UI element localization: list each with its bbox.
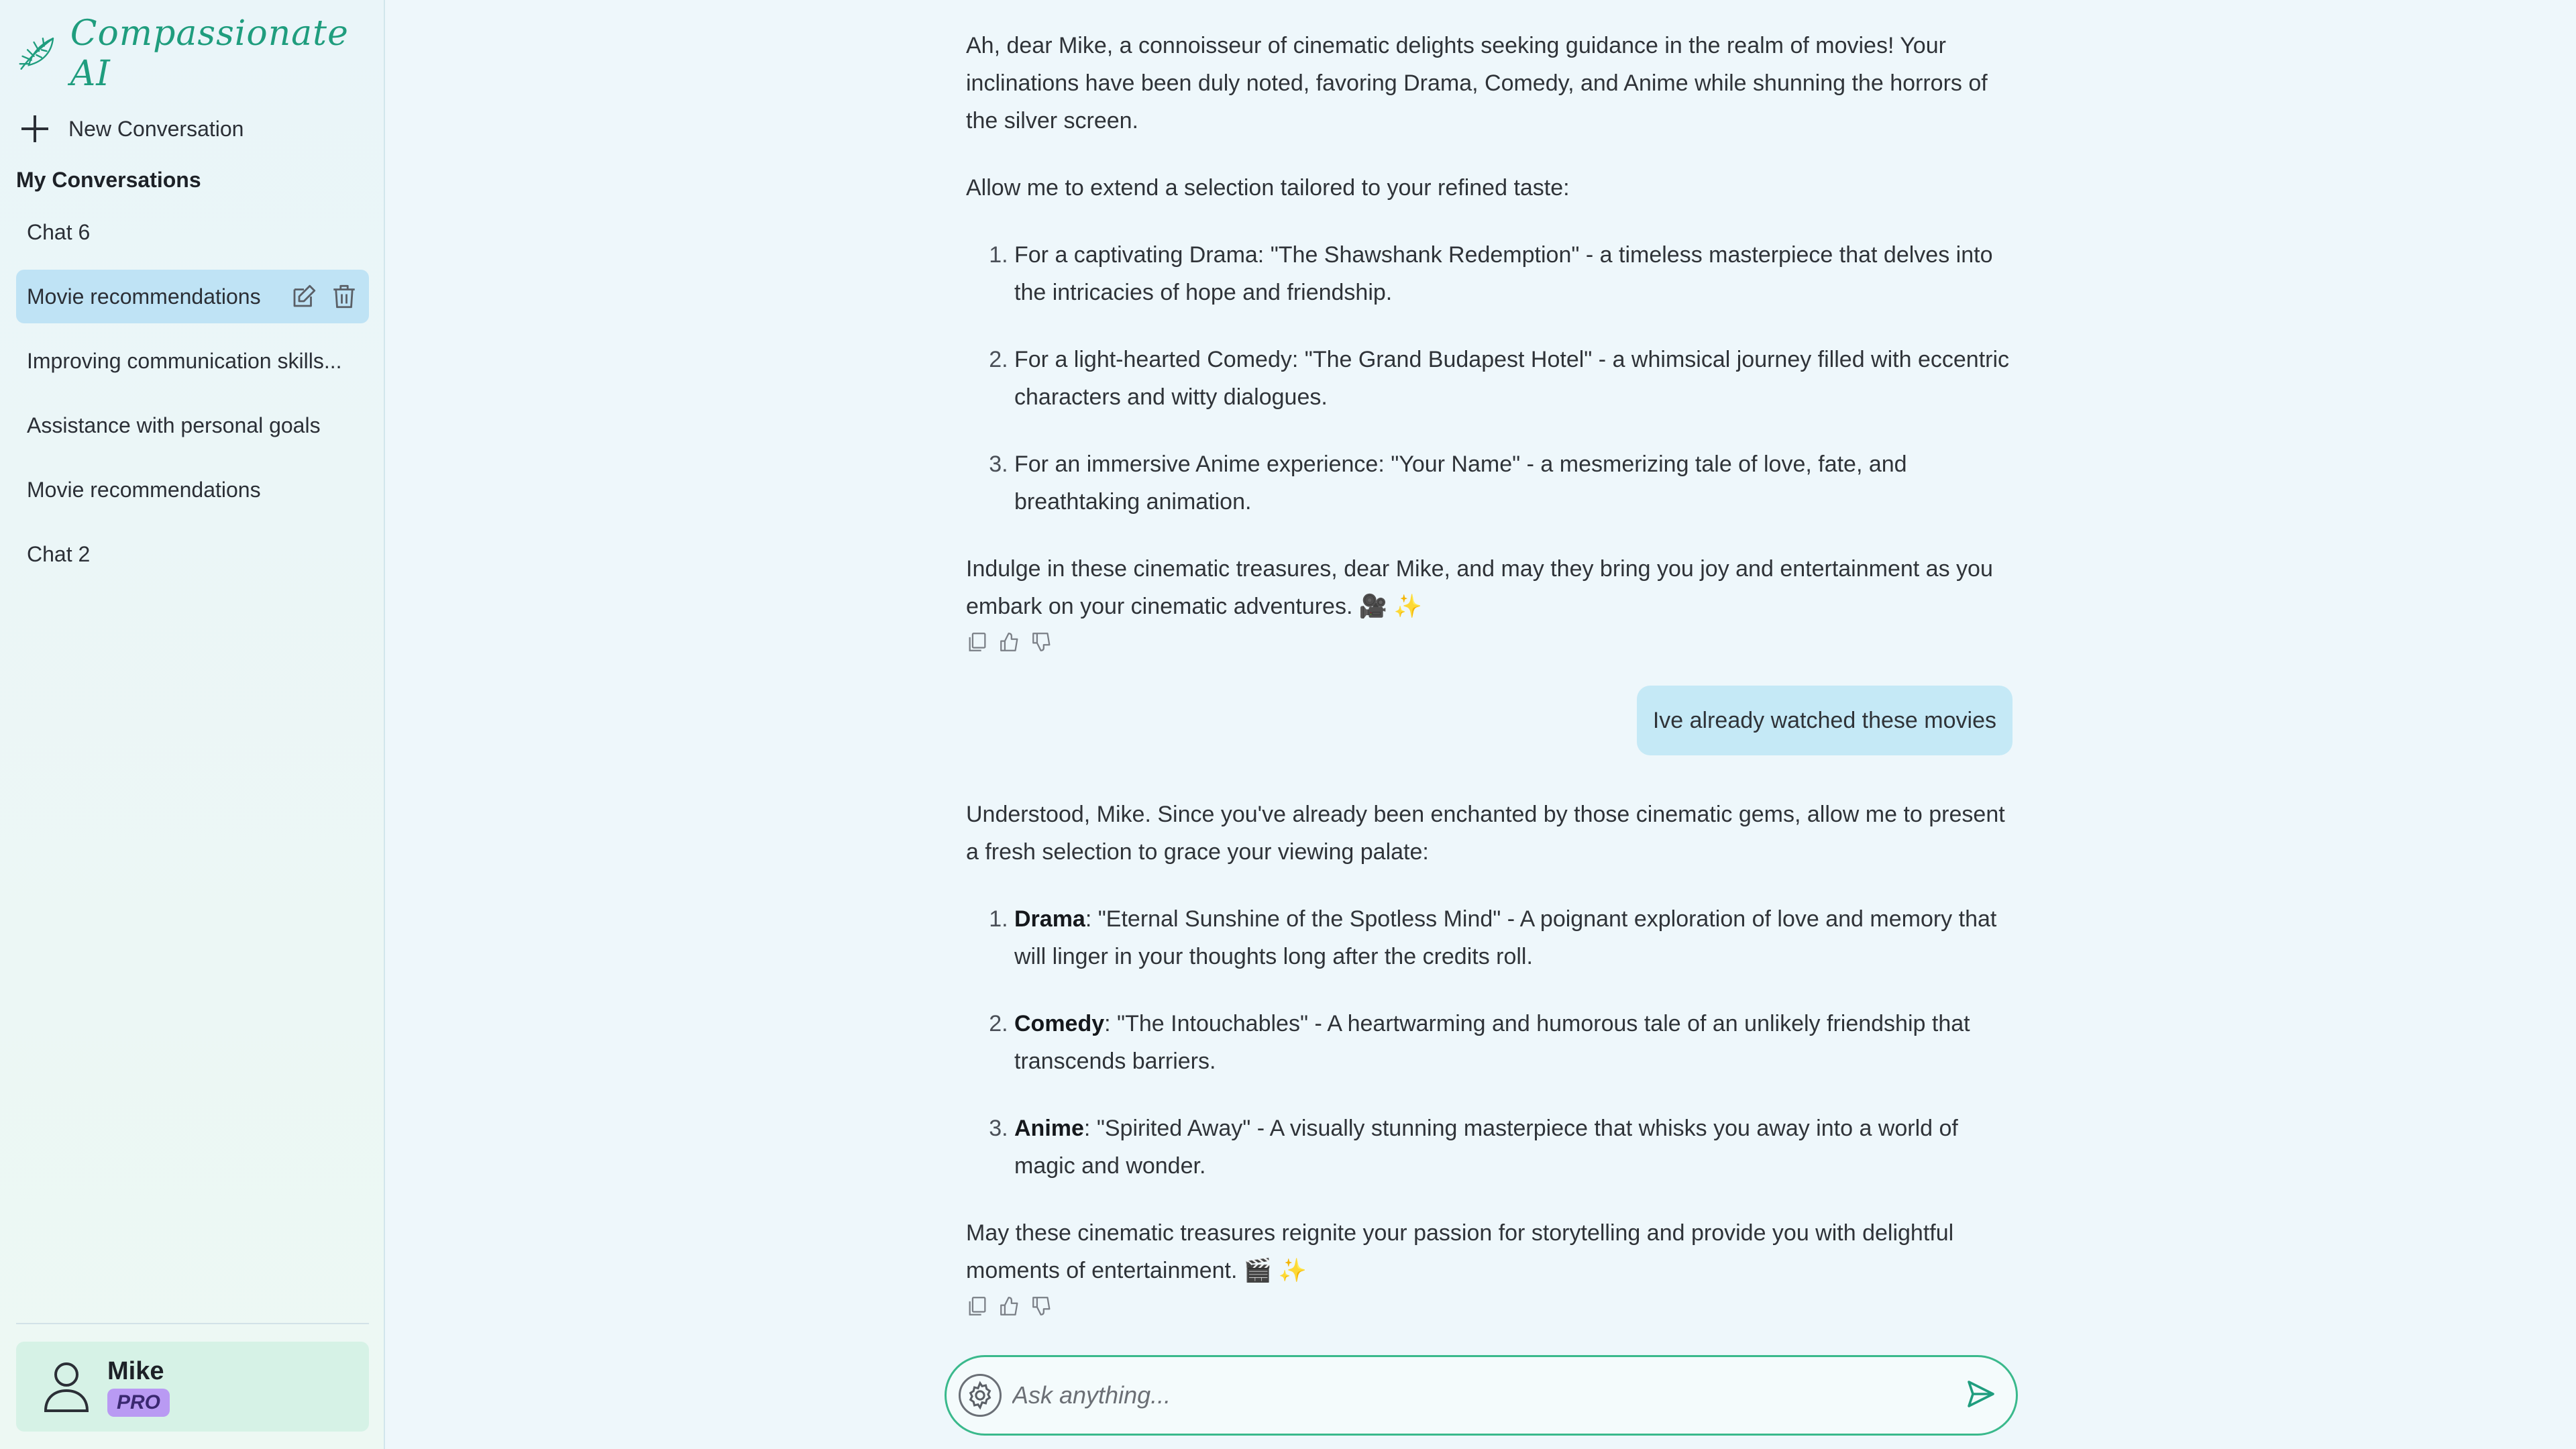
- thumbs-down-icon[interactable]: [1030, 1295, 1053, 1318]
- send-icon: [1968, 1380, 1994, 1407]
- edit-icon[interactable]: [290, 282, 318, 311]
- conversation-actions: [290, 282, 358, 311]
- list-item: Comedy: "The Intouchables" - A heartwarm…: [1014, 1005, 2012, 1080]
- plus-icon: [21, 115, 48, 142]
- conversation-label: Assistance with personal goals: [27, 413, 321, 437]
- recommendation-text: : "Eternal Sunshine of the Spotless Mind…: [1014, 906, 1997, 969]
- recommendation-list: For a captivating Drama: "The Shawshank …: [966, 236, 2012, 521]
- conversation-label: Movie recommendations: [27, 284, 261, 309]
- sidebar-divider: [16, 1323, 369, 1324]
- genre-label: Anime: [1014, 1116, 1084, 1141]
- conversation-item[interactable]: Movie recommendations: [16, 463, 369, 517]
- recommendation-text: : "Spirited Away" - A visually stunning …: [1014, 1116, 1958, 1179]
- assistant-message: Ah, dear Mike, a connoisseur of cinemati…: [966, 27, 2012, 659]
- recommendation-list: Drama: "Eternal Sunshine of the Spotless…: [966, 900, 2012, 1185]
- message-actions: [966, 1289, 2012, 1323]
- thumbs-down-icon[interactable]: [1030, 631, 1053, 653]
- thumbs-up-icon[interactable]: [998, 1295, 1021, 1318]
- genre-label: Comedy: [1014, 1011, 1105, 1036]
- thumbs-up-icon[interactable]: [998, 631, 1021, 653]
- user-name: Mike: [107, 1356, 164, 1385]
- conversation-item[interactable]: Chat 6: [16, 205, 369, 259]
- conversation-label: Chat 2: [27, 541, 91, 566]
- message-paragraph: Allow me to extend a selection tailored …: [966, 175, 1570, 201]
- conversation-item[interactable]: Improving communication skills...: [16, 334, 369, 388]
- list-item: Anime: "Spirited Away" - A visually stun…: [1014, 1110, 2012, 1185]
- conversation-list: Chat 6 Movie recommendations Improving c…: [16, 205, 369, 592]
- list-item: For an immersive Anime experience: "Your…: [1014, 445, 2012, 521]
- my-conversations-heading: My Conversations: [16, 168, 201, 192]
- sidebar: Compassionate AI New Conversation My Con…: [0, 0, 385, 1449]
- conversation-label: Chat 6: [27, 219, 91, 244]
- leaf-icon: [19, 38, 54, 70]
- conversation-item[interactable]: Chat 2: [16, 527, 369, 581]
- message-actions: [966, 625, 2012, 659]
- ask-input[interactable]: [1011, 1381, 1955, 1410]
- conversation-label: Improving communication skills...: [27, 348, 342, 373]
- user-message-row: Ive already watched these movies: [966, 686, 2012, 755]
- user-profile-card[interactable]: Mike PRO: [16, 1342, 369, 1432]
- user-icon: [44, 1362, 89, 1412]
- assistant-message: Understood, Mike. Since you've already b…: [966, 796, 2012, 1323]
- copy-icon[interactable]: [966, 1295, 989, 1318]
- user-info: Mike PRO: [107, 1357, 170, 1417]
- conversation-label: Movie recommendations: [27, 477, 261, 502]
- conversation-item-active[interactable]: Movie recommendations: [16, 270, 369, 323]
- message-paragraph: Understood, Mike. Since you've already b…: [966, 802, 2005, 865]
- send-button[interactable]: [1965, 1378, 1997, 1413]
- message-paragraph: Ah, dear Mike, a connoisseur of cinemati…: [966, 33, 1988, 133]
- gear-icon: [969, 1381, 991, 1410]
- chat-main: Ah, dear Mike, a connoisseur of cinemati…: [386, 0, 2576, 1449]
- genre-label: Drama: [1014, 906, 1085, 932]
- new-conversation-label: New Conversation: [68, 116, 244, 141]
- list-item: For a captivating Drama: "The Shawshank …: [1014, 236, 2012, 311]
- pro-badge: PRO: [107, 1388, 170, 1417]
- trash-icon[interactable]: [330, 282, 358, 311]
- message-paragraph: May these cinematic treasures reignite y…: [966, 1220, 1954, 1283]
- message-paragraph: Indulge in these cinematic treasures, de…: [966, 556, 1993, 619]
- brand-logo[interactable]: Compassionate AI: [16, 13, 384, 94]
- list-item: Drama: "Eternal Sunshine of the Spotless…: [1014, 900, 2012, 975]
- chat-thread: Ah, dear Mike, a connoisseur of cinemati…: [966, 27, 2012, 1350]
- new-conversation-button[interactable]: New Conversation: [21, 107, 257, 150]
- list-item: For a light-hearted Comedy: "The Grand B…: [1014, 341, 2012, 416]
- copy-icon[interactable]: [966, 631, 989, 653]
- conversation-item[interactable]: Assistance with personal goals: [16, 398, 369, 452]
- settings-button[interactable]: [959, 1374, 1002, 1417]
- message-composer: [945, 1355, 2018, 1436]
- recommendation-text: : "The Intouchables" - A heartwarming an…: [1014, 1011, 1970, 1074]
- user-message: Ive already watched these movies: [1636, 686, 2012, 755]
- brand-name: Compassionate AI: [70, 13, 349, 94]
